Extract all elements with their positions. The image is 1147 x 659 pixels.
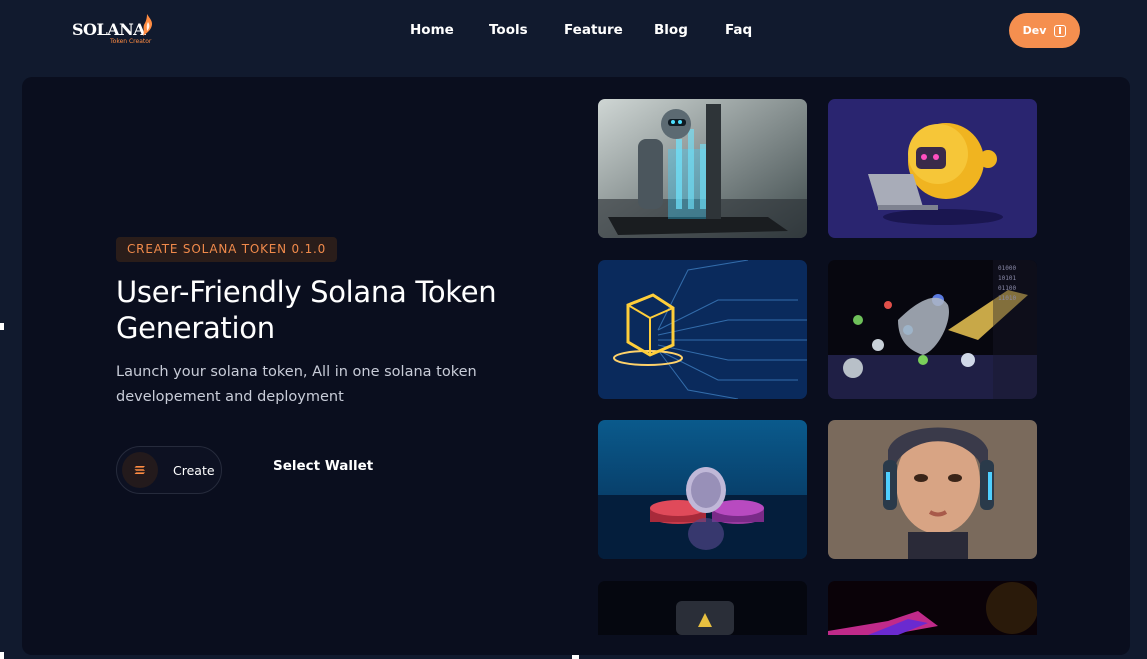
solana-icon: [122, 452, 158, 488]
neon-abstract-image: [828, 581, 1037, 635]
dev-button[interactable]: Dev: [1009, 13, 1080, 48]
cyborg-woman-image: [828, 420, 1037, 559]
robot-hand-spheres-image: 01000 10101 01100 11010: [828, 260, 1037, 399]
flame-icon: [143, 14, 153, 36]
nav-feature[interactable]: Feature: [564, 22, 623, 38]
create-button-label: Create: [173, 462, 215, 478]
nav-home[interactable]: Home: [410, 22, 454, 38]
svg-text:11010: 11010: [998, 295, 1016, 302]
crypto-coins-image: [598, 420, 807, 559]
hero-headline: User-Friendly Solana Token Generation: [116, 275, 497, 345]
hero-subtext: Launch your solana token, All in one sol…: [116, 364, 477, 405]
nav-faq[interactable]: Faq: [725, 22, 752, 38]
page: SOLANA Token Creator Home Tools Feature …: [0, 0, 1147, 659]
create-button[interactable]: Create: [116, 446, 222, 494]
svg-text:10101: 10101: [998, 275, 1016, 282]
select-wallet-button[interactable]: Select Wallet: [273, 458, 373, 474]
resize-handle-bottom-left[interactable]: [0, 652, 4, 659]
ai-robot-image: [598, 99, 807, 238]
version-badge: CREATE SOLANA TOKEN 0.1.0: [116, 237, 338, 262]
resize-handle-left[interactable]: [0, 323, 4, 330]
dev-button-label: Dev: [1022, 24, 1047, 37]
ethereum-device-image: [598, 581, 807, 635]
logo-text: SOLANA: [72, 20, 146, 39]
hero-section: CREATE SOLANA TOKEN 0.1.0 User-Friendly …: [22, 77, 1130, 655]
toggle-icon: [1054, 24, 1067, 37]
site-header: SOLANA Token Creator Home Tools Feature …: [0, 0, 1147, 72]
logo-subtitle: Token Creator: [110, 38, 152, 45]
circuit-cube-image: [598, 260, 807, 399]
svg-text:01000: 01000: [998, 265, 1016, 272]
logo[interactable]: SOLANA Token Creator: [72, 14, 162, 48]
nav-blog[interactable]: Blog: [654, 22, 688, 38]
nav-tools[interactable]: Tools: [489, 22, 528, 38]
svg-text:01100: 01100: [998, 285, 1016, 292]
yellow-robot-laptop-image: [828, 99, 1037, 238]
